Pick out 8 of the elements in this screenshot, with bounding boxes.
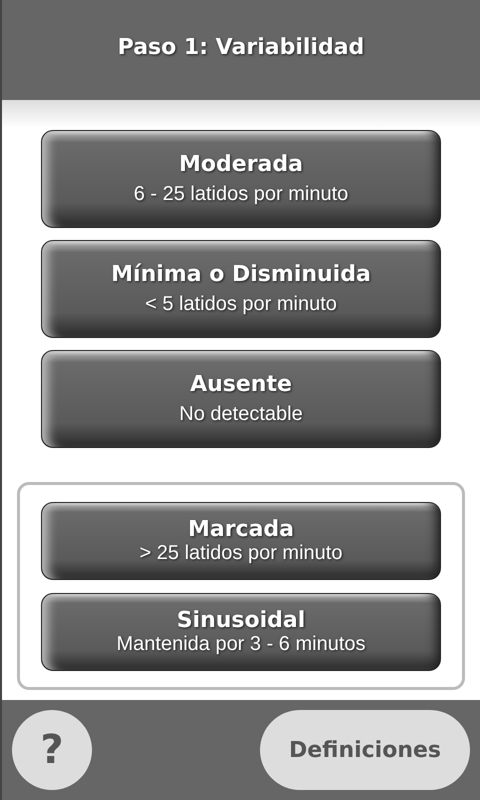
option-button[interactable]: Ausente No detectable (41, 350, 441, 448)
screen-title: Paso 1: Variabilidad (118, 34, 364, 60)
option-button[interactable]: Marcada > 25 latidos por minuto (41, 502, 441, 580)
option-button[interactable]: Sinusoidal Mantenida por 3 - 6 minutos (41, 592, 441, 670)
option-button[interactable]: Moderada 6 - 25 latidos por minuto (41, 130, 441, 228)
definitions-button[interactable]: Definiciones (260, 710, 470, 790)
help-button[interactable]: ? (12, 710, 92, 790)
option-button[interactable]: Mínima o Disminuida < 5 latidos por minuto (41, 240, 441, 338)
